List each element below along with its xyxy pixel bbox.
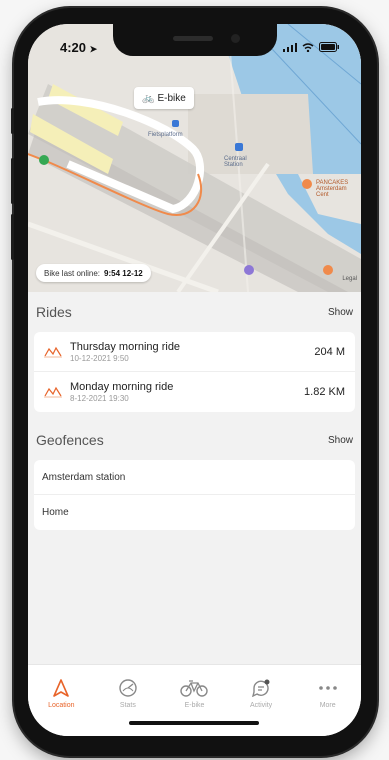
ebike-marker-label: E-bike [157,92,186,104]
poi-marker [323,265,333,275]
rides-list: Thursday morning ride 10-12-2021 9:50 20… [34,332,355,412]
tab-bar: Location Stats E-bike Activity More [28,664,361,736]
ebike-marker[interactable]: 🚲 E-bike [134,87,194,109]
poi-marker-purple [244,265,254,275]
volume-up-button [11,158,14,204]
wifi-icon [302,42,314,52]
stats-icon [119,679,137,697]
app-screen: 🚲 E-bike Fietsplatform Centraal Station … [28,24,361,736]
map-label-centraal-station: Centraal Station [224,156,247,168]
bike-icon [180,680,209,697]
ride-item[interactable]: Monday morning ride 8-12-2021 19:30 1.82… [34,372,355,412]
tab-label: Stats [119,702,136,709]
ride-text: Thursday morning ride 10-12-2021 9:50 [70,341,314,363]
ride-thumbnail-icon [44,346,62,357]
notch [113,24,277,56]
volume-down-button [11,214,14,260]
geofence-item[interactable]: Home [34,495,355,530]
tab-ebike[interactable]: E-bike [161,665,228,736]
activity-icon [252,679,270,697]
content-area: Rides Show Thursday morning ride 10-12-2… [28,292,361,530]
tab-location[interactable]: Location [28,665,95,736]
rides-show-button[interactable]: Show [328,307,353,318]
tab-stats[interactable]: Stats [95,665,162,736]
location-arrow-icon [53,679,70,697]
tab-label: Location [48,702,75,709]
map-label-fietsplatform: Fietsplatform [148,132,183,138]
speaker [173,36,213,41]
ride-name: Thursday morning ride [70,340,181,353]
tab-activity[interactable]: Activity [228,665,295,736]
start-marker [39,155,49,165]
bike-last-online-badge: Bike last online: 9:54 12-12 [36,264,151,282]
status-time: 4:20 ➤ [60,40,97,55]
ride-distance: 1.82 KM [304,386,345,398]
home-indicator[interactable] [129,721,259,725]
rides-header: Rides Show [28,292,361,332]
map-graphic [28,24,361,292]
geofences-title: Geofences [36,432,104,448]
status-icons [283,42,339,52]
ride-date: 10-12-2021 9:50 [70,353,129,363]
location-services-icon: ➤ [89,44,98,54]
status-time-text: 4:20 [60,40,87,55]
battery-icon [319,42,339,52]
map-label-pancakes: PANCAKES Amsterdam Cent [316,180,349,198]
front-camera [231,34,240,43]
more-icon [318,686,337,690]
bike-online-label: Bike last online: [44,268,101,278]
ride-text: Monday morning ride 8-12-2021 19:30 [70,381,304,403]
bike-icon: 🚲 [142,92,155,104]
ride-thumbnail-icon [44,386,62,398]
station-marker [235,143,243,151]
geofence-item[interactable]: Amsterdam station [34,460,355,495]
geofences-header: Geofences Show [28,420,361,460]
mute-switch [11,108,14,134]
platform-marker [172,120,179,127]
tab-label: Activity [249,702,273,709]
tab-label: More [319,702,336,709]
legal-link[interactable]: Legal [342,276,357,282]
geofences-show-button[interactable]: Show [328,435,353,446]
bike-online-time: 9:54 12-12 [104,268,143,278]
map-view[interactable]: 🚲 E-bike Fietsplatform Centraal Station … [28,24,361,292]
signal-icon [283,42,297,52]
tab-label: E-bike [184,702,205,709]
ride-name: Monday morning ride [70,381,174,393]
tab-more[interactable]: More [294,665,361,736]
ride-distance: 204 M [314,345,345,358]
geofences-list: Amsterdam station Home [34,460,355,530]
ride-item[interactable]: Thursday morning ride 10-12-2021 9:50 20… [34,332,355,372]
ride-date: 8-12-2021 19:30 [70,394,129,403]
rides-title: Rides [36,304,72,320]
restaurant-marker [302,179,312,189]
